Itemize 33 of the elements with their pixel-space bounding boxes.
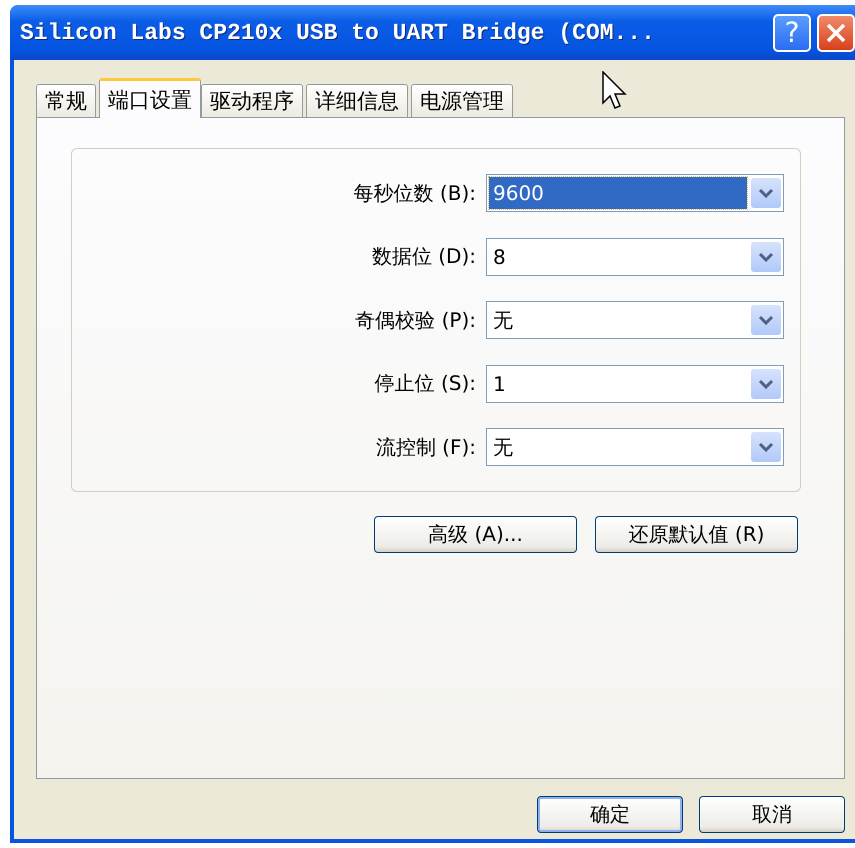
tab[interactable]: 端口设置	[99, 78, 201, 118]
dropdown[interactable]: 9600	[486, 174, 784, 212]
window-title: Silicon Labs CP210x USB to UART Bridge (COM...	[20, 20, 656, 46]
dropdown[interactable]: 无	[486, 428, 784, 466]
field-label: 流控制 (F):	[376, 434, 476, 460]
dropdown[interactable]: 无	[486, 301, 784, 339]
dropdown[interactable]: 8	[486, 238, 784, 276]
dropdown-arrow-button[interactable]	[751, 368, 781, 398]
field-label: 停止位 (S):	[374, 370, 476, 397]
tab[interactable]: 电源管理	[411, 84, 513, 118]
field-label: 数据位 (D):	[372, 243, 476, 270]
tab[interactable]: 常规	[36, 84, 96, 118]
field-label: 奇偶校验 (P):	[355, 306, 476, 334]
dropdown[interactable]: 1	[486, 364, 784, 402]
chevron-down-icon	[758, 378, 774, 390]
chevron-down-icon	[758, 441, 774, 453]
mouse-pointer-icon	[602, 71, 628, 111]
restore-defaults-button[interactable]: 还原默认值 (R)	[595, 516, 798, 553]
dropdown-arrow-button[interactable]	[751, 432, 781, 462]
dropdown-arrow-button[interactable]	[751, 178, 781, 208]
dropdown-arrow-button[interactable]	[751, 242, 781, 272]
chevron-down-icon	[758, 314, 774, 326]
tab[interactable]: 驱动程序	[201, 84, 303, 118]
close-icon	[825, 22, 847, 44]
dropdown-arrow-button[interactable]	[751, 305, 781, 335]
chevron-down-icon	[758, 250, 774, 262]
cancel-button[interactable]: 取消	[699, 796, 845, 833]
tab[interactable]: 详细信息	[306, 84, 408, 118]
field-label: 每秒位数 (B):	[354, 180, 476, 206]
advanced-button[interactable]: 高级 (A)...	[374, 516, 577, 553]
close-button[interactable]	[817, 14, 855, 52]
ok-button[interactable]: 确定	[537, 796, 683, 833]
chevron-down-icon	[758, 187, 774, 199]
